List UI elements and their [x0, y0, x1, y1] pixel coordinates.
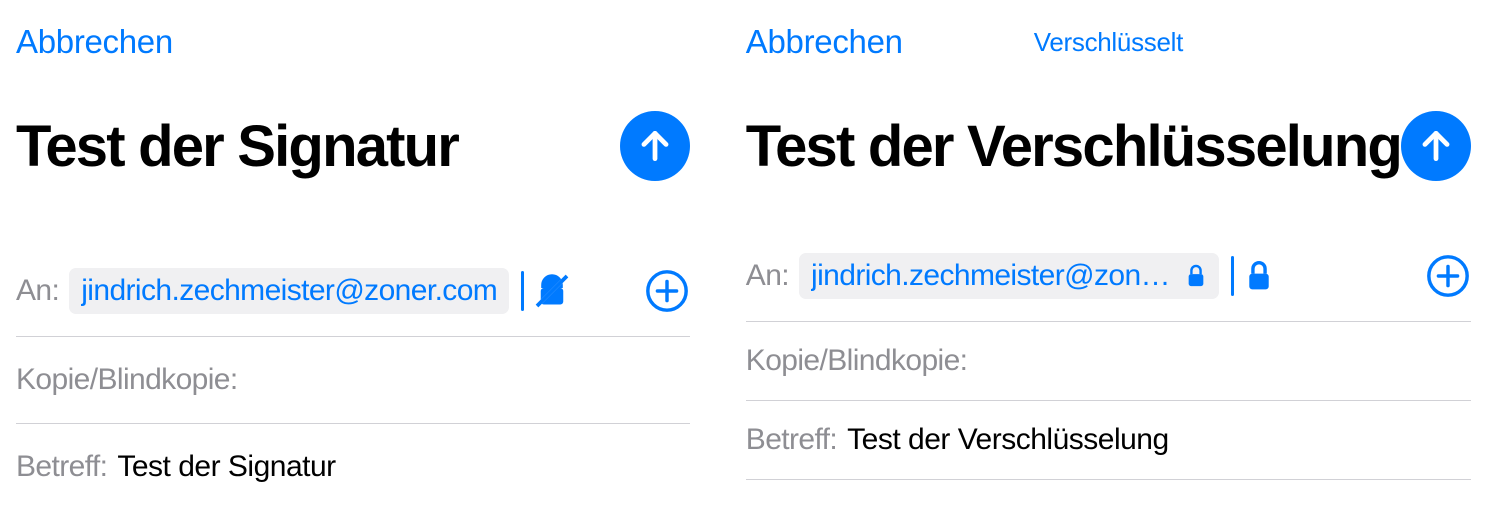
subject-value: Test der Signatur	[117, 450, 335, 484]
plus-circle-icon	[644, 268, 690, 314]
cc-bcc-label: Kopie/Blindkopie:	[746, 344, 968, 378]
lock-closed-icon	[1244, 259, 1274, 293]
compose-title: Test der Signatur	[16, 113, 458, 180]
cc-bcc-label: Kopie/Blindkopie:	[16, 363, 238, 397]
cancel-button[interactable]: Abbrechen	[16, 23, 173, 61]
encryption-toggle-button[interactable]	[1244, 259, 1274, 293]
recipient-chip[interactable]: jindrich.zechmeister@zoner.c...	[799, 253, 1219, 299]
plus-circle-icon	[1425, 253, 1471, 299]
compose-pane-signature: Abbrechen Test der Signatur An: jindrich…	[0, 0, 730, 527]
arrow-up-icon	[636, 127, 674, 165]
top-bar: Abbrechen Verschlüsselt	[746, 18, 1471, 66]
add-recipient-button[interactable]	[644, 268, 690, 314]
recipient-chip[interactable]: jindrich.zechmeister@zoner.com	[69, 268, 509, 314]
title-row: Test der Verschlüsselung	[746, 111, 1471, 181]
subject-label: Betreff:	[746, 423, 837, 457]
cursor-bar	[521, 271, 524, 311]
compose-pane-encryption: Abbrechen Verschlüsselt Test der Verschl…	[730, 0, 1491, 527]
recipient-email: jindrich.zechmeister@zoner.com	[81, 274, 497, 308]
cc-bcc-field-row[interactable]: Kopie/Blindkopie:	[746, 322, 1471, 401]
to-label: An:	[746, 259, 789, 293]
to-field-row[interactable]: An: jindrich.zechmeister@zoner.com	[16, 246, 690, 337]
send-button[interactable]	[620, 111, 690, 181]
cursor-bar	[1231, 256, 1234, 296]
lock-closed-icon	[1185, 263, 1207, 289]
arrow-up-icon	[1417, 127, 1455, 165]
top-bar: Abbrechen	[16, 18, 690, 66]
cc-bcc-field-row[interactable]: Kopie/Blindkopie:	[16, 337, 690, 424]
subject-label: Betreff:	[16, 450, 107, 484]
title-row: Test der Signatur	[16, 111, 690, 181]
to-field-row[interactable]: An: jindrich.zechmeister@zoner.c...	[746, 231, 1471, 322]
cancel-button[interactable]: Abbrechen	[746, 23, 903, 61]
encrypted-status-label: Verschlüsselt	[1034, 27, 1183, 58]
add-recipient-button[interactable]	[1425, 253, 1471, 299]
subject-field-row[interactable]: Betreff: Test der Signatur	[16, 424, 690, 510]
encryption-toggle-button[interactable]	[534, 273, 570, 309]
send-button[interactable]	[1401, 111, 1471, 181]
compose-title: Test der Verschlüsselung	[746, 113, 1401, 180]
lock-open-slash-icon	[534, 273, 570, 309]
subject-field-row[interactable]: Betreff: Test der Verschlüsselung	[746, 401, 1471, 480]
to-label: An:	[16, 274, 59, 308]
subject-value: Test der Verschlüsselung	[847, 423, 1169, 457]
recipient-email: jindrich.zechmeister@zoner.c...	[811, 259, 1171, 293]
